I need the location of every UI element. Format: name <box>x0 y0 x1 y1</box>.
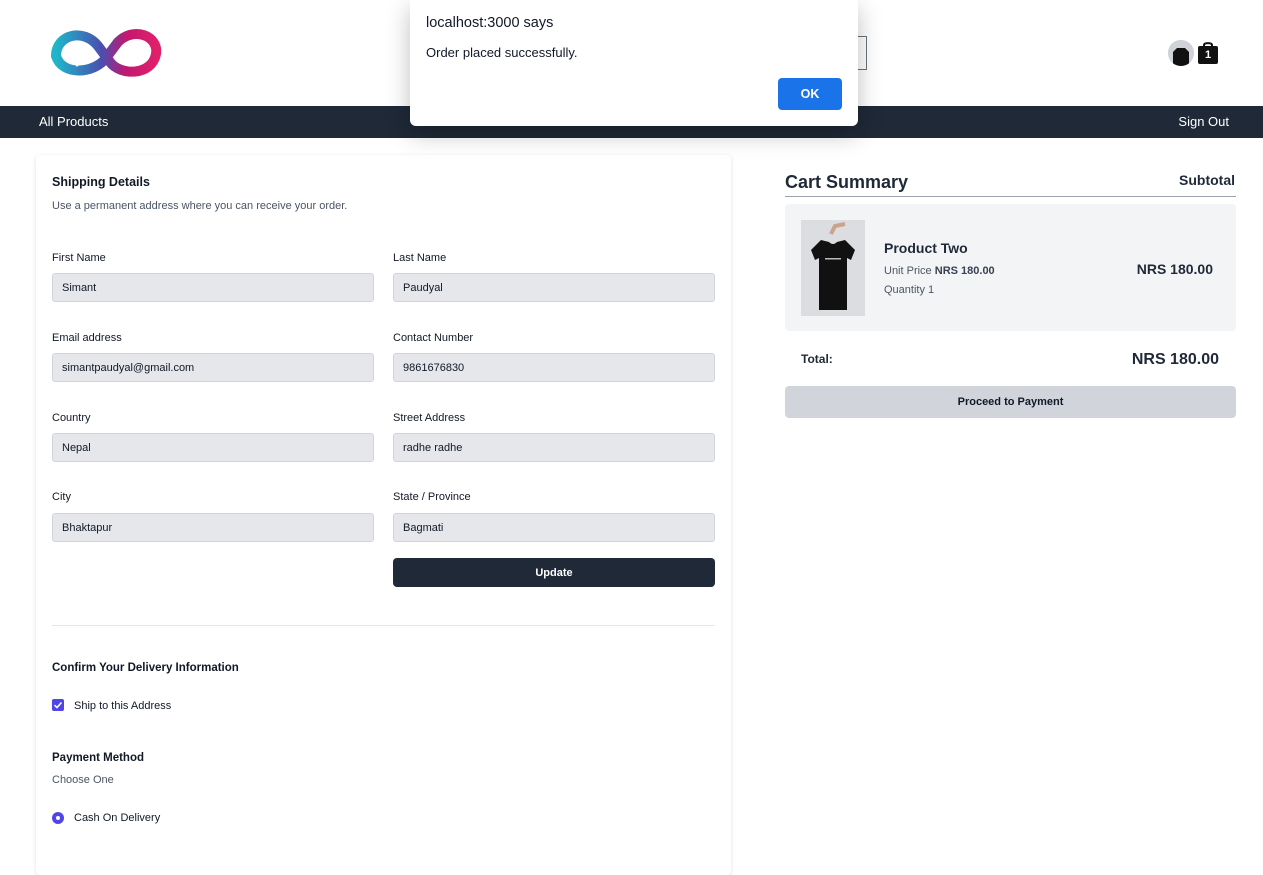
last-name-label: Last Name <box>393 252 447 264</box>
total-label: Total: <box>801 352 833 366</box>
street-label: Street Address <box>393 412 466 424</box>
email-input[interactable] <box>52 353 374 382</box>
shipping-card: Shipping Details Use a permanent address… <box>36 155 731 875</box>
cart-summary-title: Cart Summary <box>785 172 909 192</box>
state-label: State / Province <box>393 491 471 503</box>
email-label: Email address <box>52 332 122 344</box>
product-image[interactable] <box>801 220 865 316</box>
country-input[interactable] <box>52 433 374 462</box>
total-value: NRS 180.00 <box>1131 351 1219 368</box>
dialog-title: localhost:3000 says <box>426 15 554 31</box>
cash-on-delivery-radio[interactable] <box>52 812 64 824</box>
cart-count-badge: 1 <box>1204 49 1212 61</box>
city-label: City <box>52 491 71 503</box>
nav-sign-out[interactable]: Sign Out <box>1178 114 1229 129</box>
ship-to-address-label[interactable]: Ship to this Address <box>74 700 171 712</box>
update-button[interactable]: Update <box>393 558 715 587</box>
confirm-delivery-title: Confirm Your Delivery Information <box>52 662 239 674</box>
cash-on-delivery-label[interactable]: Cash On Delivery <box>74 812 160 824</box>
payment-method-subtitle: Choose One <box>52 774 114 786</box>
quantity-text: Quantity 1 <box>884 284 935 296</box>
product-name[interactable]: Product Two <box>884 240 968 256</box>
proceed-to-payment-button[interactable]: Proceed to Payment <box>785 386 1236 418</box>
shipping-title: Shipping Details <box>52 175 150 189</box>
unit-price-value: NRS 180.00 <box>934 265 995 277</box>
dialog-ok-button[interactable]: OK <box>778 78 842 110</box>
unit-price: Unit Price NRS 180.00 <box>884 265 995 277</box>
infinity-logo[interactable] <box>48 22 164 84</box>
divider <box>52 625 715 626</box>
contact-input[interactable] <box>393 353 715 382</box>
cart-icon[interactable]: 1 <box>1198 42 1218 64</box>
item-price: NRS 180.00 <box>1136 261 1213 277</box>
city-input[interactable] <box>52 513 374 542</box>
avatar[interactable] <box>1168 40 1194 66</box>
dialog-message: Order placed successfully. <box>426 45 578 60</box>
payment-method-title: Payment Method <box>52 752 145 764</box>
state-input[interactable] <box>393 513 715 542</box>
first-name-label: First Name <box>52 252 106 264</box>
alert-dialog: localhost:3000 says Order placed success… <box>410 0 858 126</box>
street-input[interactable] <box>393 433 715 462</box>
cart-item: Product Two Unit Price NRS 180.00 Quanti… <box>785 204 1236 331</box>
last-name-input[interactable] <box>393 273 715 302</box>
summary-divider <box>785 196 1236 197</box>
ship-to-address-checkbox[interactable] <box>52 699 64 711</box>
nav-all-products[interactable]: All Products <box>39 114 108 129</box>
contact-label: Contact Number <box>393 332 474 344</box>
country-label: Country <box>52 412 91 424</box>
shipping-subtitle: Use a permanent address where you can re… <box>52 200 348 212</box>
unit-price-label: Unit Price <box>884 265 932 277</box>
first-name-input[interactable] <box>52 273 374 302</box>
subtotal-label: Subtotal <box>1179 172 1235 188</box>
